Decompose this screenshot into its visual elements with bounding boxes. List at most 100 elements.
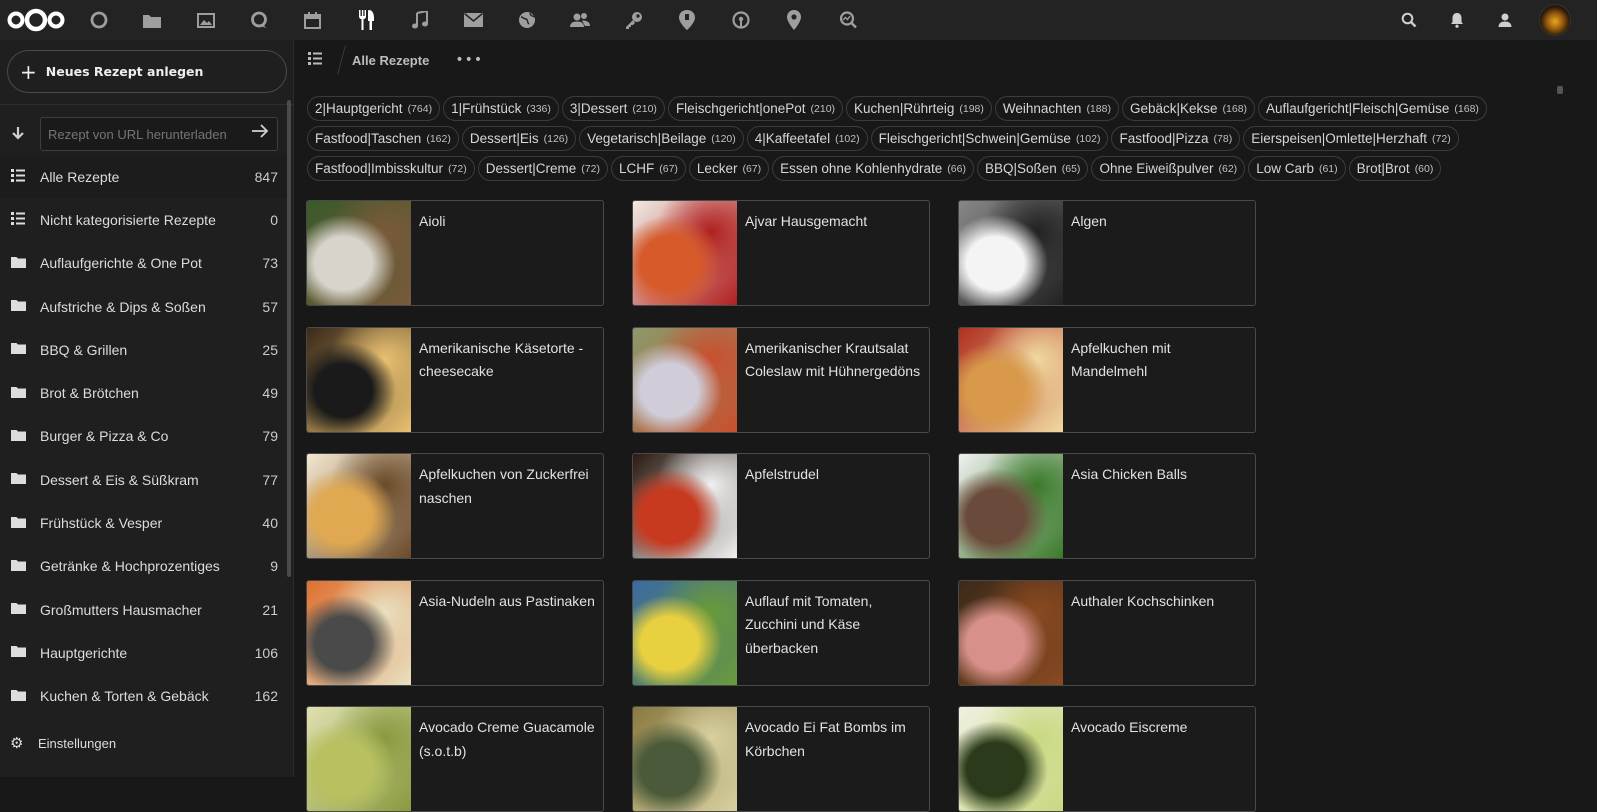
keyword-tag-name: 1|Frühstück: [451, 101, 522, 116]
more-actions-button[interactable]: •••: [455, 52, 483, 68]
sidebar-item[interactable]: Dessert & Eis & Süßkram 77: [0, 458, 287, 501]
recipe-card[interactable]: Amerikanischer Krautsalat Coleslaw mit H…: [632, 326, 930, 433]
sidebar-item[interactable]: Großmutters Hausmacher 21: [0, 588, 287, 631]
recipe-card[interactable]: Avocado Eiscreme: [958, 706, 1256, 812]
keyword-tag[interactable]: Fastfood|Pizza (78): [1111, 126, 1241, 151]
sidebar-item-count: 49: [262, 385, 278, 402]
contacts-icon[interactable]: [554, 0, 608, 40]
tracking-icon[interactable]: [661, 0, 715, 40]
keyword-tag[interactable]: Low Carb (61): [1248, 156, 1346, 181]
recipe-card[interactable]: Amerikanische Käsetorte - cheesecake: [306, 326, 604, 433]
dashboard-icon[interactable]: [72, 0, 126, 40]
keyword-tag[interactable]: Fastfood|Taschen (162): [307, 126, 459, 151]
keyword-tag[interactable]: Auflaufgericht|Fleisch|Gemüse (168): [1258, 96, 1487, 121]
keyword-tag[interactable]: Fastfood|Imbisskultur (72): [307, 156, 475, 181]
user-avatar[interactable]: [1539, 4, 1571, 36]
sidebar-item-count: 21: [262, 601, 278, 618]
keyword-tag[interactable]: Weihnachten (188): [994, 96, 1119, 121]
search-icon[interactable]: [1385, 0, 1433, 40]
files-icon[interactable]: [126, 0, 180, 40]
web-icon[interactable]: [500, 0, 554, 40]
keyword-tag[interactable]: Gebäck|Kekse (168): [1121, 96, 1256, 121]
settings-button[interactable]: ⚙ Einstellungen: [0, 728, 294, 758]
keyword-cloud: 2|Hauptgericht (764) 1|Frühstück (336) 3|Des…: [307, 96, 1552, 181]
sidebar-scrollbar[interactable]: [287, 100, 291, 577]
keyword-tag-count: (188): [1086, 102, 1111, 115]
keyword-tag[interactable]: Fleischgericht|Schwein|Gemüse (102): [870, 126, 1109, 151]
main-scrollbar[interactable]: [1557, 86, 1563, 94]
keyword-tag[interactable]: Lecker (67): [688, 156, 770, 181]
recipe-card[interactable]: Algen: [958, 200, 1256, 306]
sidebar-item[interactable]: BBQ & Grillen 25: [0, 328, 287, 371]
sidebar-item[interactable]: Frühstück & Vesper 40: [0, 501, 287, 544]
sidebar-item-count: 57: [262, 298, 278, 315]
recipe-card[interactable]: Apfelstrudel: [632, 453, 930, 559]
keyword-tag-name: Low Carb: [1256, 161, 1314, 176]
cookbook-icon[interactable]: [340, 0, 394, 40]
recipe-title: Avocado Creme Guacamole (s.o.t.b): [419, 719, 595, 759]
notifications-icon[interactable]: [1433, 0, 1481, 40]
sidebar-item[interactable]: Aufstriche & Dips & Soßen 57: [0, 285, 287, 328]
sidebar-item[interactable]: Alle Rezepte 847: [0, 155, 287, 199]
calendar-icon[interactable]: [286, 0, 340, 40]
sidebar-item[interactable]: Nicht kategorisierte Rezepte 0: [0, 198, 287, 241]
recipe-title: Amerikanische Käsetorte - cheesecake: [419, 339, 584, 380]
recipe-card[interactable]: Avocado Ei Fat Bombs im Körbchen: [632, 706, 930, 812]
keyword-tag[interactable]: LCHF (67): [610, 156, 686, 181]
list-icon: [0, 168, 40, 185]
sidebar-item-count: 0: [270, 211, 278, 228]
new-recipe-button[interactable]: + Neues Rezept anlegen: [7, 50, 287, 93]
recipe-card[interactable]: Asia Chicken Balls: [958, 453, 1256, 559]
toggle-navigation-icon[interactable]: [295, 51, 335, 69]
keyword-tag[interactable]: Essen ohne Kohlenhydrate (66): [772, 156, 974, 181]
recipe-card[interactable]: Apfelkuchen mit Mandelmehl: [958, 326, 1256, 433]
sidebar-item[interactable]: Getränke & Hochprozentiges 9: [0, 545, 287, 588]
sidebar-item-label: Großmutters Hausmacher: [40, 601, 202, 618]
contacts-menu-icon[interactable]: [1481, 0, 1529, 40]
keyword-tag[interactable]: 2|Hauptgericht (764): [307, 96, 441, 121]
recipe-card[interactable]: Aioli: [306, 200, 604, 306]
plus-icon: +: [20, 59, 37, 84]
keyword-tag[interactable]: 1|Frühstück (336): [443, 96, 559, 121]
recipe-card[interactable]: Auflauf mit Tomaten, Zucchini und Käse ü…: [632, 579, 930, 686]
keyword-tag[interactable]: Kuchen|Rührteig (198): [846, 96, 992, 121]
keyword-tag[interactable]: Dessert|Creme (72): [477, 156, 608, 181]
radio-icon[interactable]: [714, 0, 768, 40]
keyword-tag-name: Fleischgericht|Schwein|Gemüse: [878, 131, 1071, 146]
recipe-url-input[interactable]: [40, 117, 278, 151]
sidebar-item[interactable]: Auflaufgerichte & One Pot 73: [0, 242, 287, 285]
sidebar-item[interactable]: Kuchen & Torten & Gebäck 162: [0, 675, 287, 718]
keyword-tag[interactable]: 4|Kaffeetafel (102): [746, 126, 868, 151]
nextcloud-logo-icon[interactable]: [0, 0, 72, 40]
recipe-card[interactable]: Ajvar Hausgemacht: [632, 200, 930, 306]
recipe-card[interactable]: Authaler Kochschinken: [958, 579, 1256, 686]
sidebar-item[interactable]: Brot & Brötchen 49: [0, 371, 287, 414]
keyword-tag[interactable]: Brot|Brot (60): [1348, 156, 1442, 181]
passwords-icon[interactable]: [607, 0, 661, 40]
keyword-tag[interactable]: Dessert|Eis (126): [461, 126, 577, 151]
keyword-tag[interactable]: Vegetarisch|Beilage (120): [579, 126, 744, 151]
keyword-tag[interactable]: Eierspeisen|Omlette|Herzhaft (72): [1243, 126, 1459, 151]
sidebar-item[interactable]: Burger & Pizza & Co 79: [0, 415, 287, 458]
breadcrumb-current[interactable]: Alle Rezepte: [352, 53, 429, 68]
keyword-tag[interactable]: Fleischgericht|onePot (210): [667, 96, 844, 121]
keyword-tag[interactable]: 3|Dessert (210): [561, 96, 665, 121]
submit-arrow-icon[interactable]: [251, 123, 269, 144]
sidebar-item-count: 77: [262, 471, 278, 488]
photos-icon[interactable]: [179, 0, 233, 40]
mail-icon[interactable]: [447, 0, 501, 40]
sidebar-item[interactable]: Hauptgerichte 106: [0, 631, 287, 674]
recipe-card[interactable]: Apfelkuchen von Zuckerfrei naschen: [306, 453, 604, 559]
recipe-card[interactable]: Avocado Creme Guacamole (s.o.t.b): [306, 706, 604, 812]
search-analytics-icon[interactable]: [821, 0, 875, 40]
keyword-tag[interactable]: BBQ|Soßen (65): [976, 156, 1089, 181]
maps-icon[interactable]: [768, 0, 822, 40]
recipe-title: Apfelkuchen von Zuckerfrei naschen: [419, 466, 589, 506]
recipe-card[interactable]: Asia-Nudeln aus Pastinaken: [306, 579, 604, 686]
music-icon[interactable]: [393, 0, 447, 40]
sidebar-item-label: Burger & Pizza & Co: [40, 428, 169, 445]
keyword-tag-name: Vegetarisch|Beilage: [587, 131, 707, 146]
keyword-tag[interactable]: Ohne Eiweißpulver (62): [1091, 156, 1246, 181]
category-list: Alle Rezepte 847 Nicht kategorisierte Reze…: [0, 155, 287, 718]
talk-icon[interactable]: [233, 0, 287, 40]
